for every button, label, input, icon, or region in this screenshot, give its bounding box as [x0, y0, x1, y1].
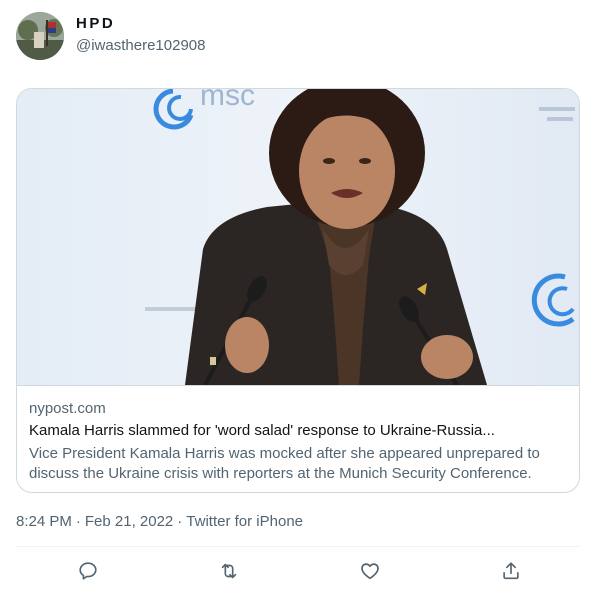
- separator-dot: ·: [75, 513, 81, 530]
- retweet-icon: [221, 563, 237, 579]
- like-icon: [361, 563, 379, 580]
- card-text: nypost.com Kamala Harris slammed for 'wo…: [17, 385, 579, 492]
- card-description: Vice President Kamala Harris was mocked …: [29, 445, 540, 482]
- divider: [16, 546, 580, 547]
- reply-button[interactable]: [77, 560, 99, 582]
- tweet: HPD @iwasthere102908 msc nypost.com Kama…: [0, 0, 598, 594]
- share-icon: [503, 562, 519, 580]
- tweet-time[interactable]: 8:24 PM: [16, 513, 72, 530]
- avatar-image: [16, 12, 64, 60]
- card-title: Kamala Harris slammed for 'word salad' r…: [29, 422, 495, 439]
- tweet-date[interactable]: Feb 21, 2022: [85, 513, 173, 530]
- card-image: msc: [17, 89, 579, 387]
- avatar[interactable]: [16, 12, 64, 60]
- link-preview-card[interactable]: msc nypost.com Kamala Harris slammed for…: [16, 88, 580, 493]
- msc-logo-text: msc: [200, 89, 255, 112]
- reply-icon: [79, 562, 97, 580]
- tweet-source: Twitter for iPhone: [186, 513, 303, 530]
- card-domain: nypost.com: [29, 400, 106, 417]
- separator-dot: ·: [177, 513, 183, 530]
- like-button[interactable]: [359, 560, 381, 582]
- retweet-button[interactable]: [218, 560, 240, 582]
- tweet-metadata: 8:24 PM · Feb 21, 2022 · Twitter for iPhone: [16, 513, 303, 530]
- share-button[interactable]: [500, 560, 522, 582]
- display-name[interactable]: HPD: [76, 15, 115, 32]
- username-handle[interactable]: @iwasthere102908: [76, 37, 205, 54]
